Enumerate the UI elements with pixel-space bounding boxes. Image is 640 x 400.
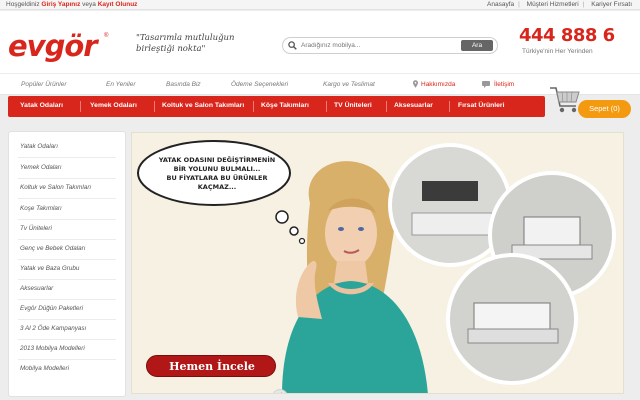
register-link[interactable]: Kayıt Olunuz bbox=[98, 1, 138, 8]
shopping-cart-icon[interactable] bbox=[548, 82, 582, 116]
subnav-newest[interactable]: En Yeniler bbox=[106, 81, 136, 88]
subnav-press[interactable]: Basında Biz bbox=[166, 81, 201, 88]
bubble-line-4: KAÇMAZ... bbox=[197, 183, 237, 191]
banner-cta-label: Hemen İncele bbox=[169, 360, 255, 373]
phone-subtitle: Türkiye'nin Her Yerinden bbox=[522, 48, 593, 55]
login-link[interactable]: Giriş Yapınız bbox=[41, 1, 80, 8]
subnav-about[interactable]: Hakkımızda bbox=[421, 81, 455, 88]
header: evgör ® "Tasarımla mutluluğun birleştiği… bbox=[0, 11, 640, 73]
slogan-line-2: birleştiği nokta" bbox=[136, 44, 206, 54]
main-nav: Yatak Odaları Yemek Odaları Koltuk ve Sa… bbox=[8, 96, 545, 117]
top-bar-left: Hoşgeldiniz Giriş Yapınız veya Kayıt Olu… bbox=[6, 1, 137, 8]
nav-sofa-sets[interactable]: Koltuk ve Salon Takımları bbox=[162, 102, 244, 109]
slogan-line-1: "Tasarımla mutluluğun bbox=[136, 33, 235, 43]
banner-bubble-text: YATAK ODASINI DEĞİŞTİRMENİN BİR YOLUNU B… bbox=[142, 156, 292, 192]
search-input[interactable] bbox=[301, 40, 451, 51]
sidebar-item[interactable]: Aksesuarlar bbox=[20, 285, 53, 292]
sidebar-item[interactable]: Mobilya Modelleri bbox=[20, 365, 69, 372]
slogan: "Tasarımla mutluluğun birleştiği nokta" bbox=[136, 33, 246, 55]
sidebar-item[interactable]: Genç ve Bebek Odaları bbox=[20, 245, 85, 252]
sidebar-item[interactable]: Tv Üniteleri bbox=[20, 225, 52, 232]
logo[interactable]: evgör bbox=[8, 29, 98, 63]
nav-tv-units[interactable]: TV Üniteleri bbox=[334, 102, 372, 109]
chevron-left-icon bbox=[280, 392, 282, 393]
secondary-nav: Popüler Ürünler En Yeniler Basında Biz Ö… bbox=[0, 73, 640, 95]
subnav-shipping[interactable]: Kargo ve Teslimat bbox=[323, 81, 375, 88]
sidebar-item[interactable]: Koşe Takımları bbox=[20, 205, 62, 212]
or-text: veya bbox=[82, 1, 96, 8]
phone-number: 444 888 6 bbox=[519, 25, 615, 46]
sidebar-item[interactable]: 3 Al 2 Öde Kampanyası bbox=[20, 325, 86, 332]
welcome-text: Hoşgeldiniz bbox=[6, 1, 40, 8]
nav-accessories[interactable]: Aksesuarlar bbox=[394, 102, 433, 109]
banner-cta-button[interactable]: Hemen İncele bbox=[146, 355, 276, 377]
customer-service-link[interactable]: Müşteri Hizmetleri bbox=[527, 1, 579, 8]
cart-label: Sepet bbox=[589, 104, 609, 113]
logo-registered-mark: ® bbox=[104, 33, 109, 39]
search-box: Ara bbox=[282, 37, 498, 54]
bubble-line-2: BİR YOLUNU BULMALI... bbox=[173, 165, 261, 173]
sidebar-item[interactable]: 2013 Mobilya Modelleri bbox=[20, 345, 85, 352]
subnav-popular[interactable]: Popüler Ürünler bbox=[21, 81, 67, 88]
sidebar-item[interactable]: Yatak Odaları bbox=[20, 143, 58, 150]
subnav-contact[interactable]: İletişim bbox=[494, 81, 514, 88]
nav-deals[interactable]: Fırsat Ürünleri bbox=[458, 102, 504, 109]
cart-button[interactable]: Sepet (0) bbox=[578, 100, 631, 118]
category-sidebar: Yatak Odaları Yemek Odaları Koltuk ve Sa… bbox=[8, 131, 126, 397]
bubble-line-3: BU FİYATLARA BU ÜRÜNLER bbox=[166, 174, 268, 182]
search-icon bbox=[288, 41, 297, 50]
slider-prev-button[interactable] bbox=[272, 389, 288, 393]
nav-dining-rooms[interactable]: Yemek Odaları bbox=[90, 102, 137, 109]
nav-corner-sets[interactable]: Köşe Takımları bbox=[261, 102, 309, 109]
top-bar: Hoşgeldiniz Giriş Yapınız veya Kayıt Olu… bbox=[0, 0, 640, 10]
nav-bedrooms[interactable]: Yatak Odaları bbox=[20, 102, 63, 109]
sidebar-item[interactable]: Yemek Odaları bbox=[20, 164, 62, 171]
sidebar-item[interactable]: Koltuk ve Salon Takımları bbox=[20, 184, 91, 191]
search-button[interactable]: Ara bbox=[461, 40, 493, 51]
location-pin-icon bbox=[413, 80, 418, 88]
sidebar-item[interactable]: Evgör Düğün Paketleri bbox=[20, 305, 83, 312]
top-bar-links: Anasayfa | Müşteri Hizmetleri | Kariyer Fı… bbox=[487, 1, 632, 8]
home-link[interactable]: Anasayfa bbox=[487, 1, 514, 8]
bubble-line-1: YATAK ODASINI DEĞİŞTİRMENİN bbox=[158, 156, 276, 164]
chat-icon bbox=[482, 81, 490, 88]
sidebar-item[interactable]: Yatak ve Baza Grubu bbox=[20, 265, 79, 272]
subnav-payment[interactable]: Ödeme Seçenekleri bbox=[231, 81, 288, 88]
career-link[interactable]: Kariyer Fırsatı bbox=[591, 1, 632, 8]
cart-count: (0) bbox=[610, 104, 620, 113]
